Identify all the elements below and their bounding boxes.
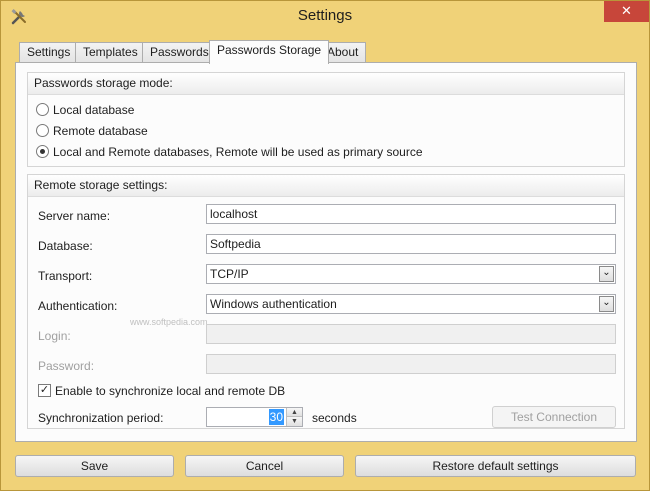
- password-input[interactable]: [206, 354, 616, 374]
- tab-passwords-storage[interactable]: Passwords Storage: [209, 40, 330, 64]
- spin-up-icon[interactable]: ▲: [286, 408, 302, 417]
- remote-storage-group: Remote storage settings: www.softpedia.c…: [27, 174, 625, 429]
- authentication-value: Windows authentication: [210, 297, 337, 311]
- login-label: Login:: [38, 329, 71, 343]
- radio-remote-database[interactable]: Remote database: [36, 122, 148, 140]
- database-input[interactable]: Softpedia: [206, 234, 616, 254]
- transport-select[interactable]: TCP/IP ⌄: [206, 264, 616, 284]
- radio-button[interactable]: [36, 103, 49, 117]
- save-button[interactable]: Save: [15, 455, 174, 477]
- transport-value: TCP/IP: [210, 267, 249, 281]
- radio-local-and-remote[interactable]: Local and Remote databases, Remote will …: [36, 143, 423, 161]
- cancel-button[interactable]: Cancel: [185, 455, 344, 477]
- test-connection-button[interactable]: Test Connection: [492, 406, 616, 428]
- database-label: Database:: [38, 239, 93, 253]
- radio-button[interactable]: [36, 124, 49, 138]
- storage-mode-title: Passwords storage mode:: [28, 73, 624, 95]
- title-bar[interactable]: Settings ✕: [1, 1, 649, 32]
- sync-period-label: Synchronization period:: [38, 411, 164, 425]
- tab-settings[interactable]: Settings: [19, 42, 79, 63]
- radio-local-database[interactable]: Local database: [36, 101, 134, 119]
- watermark: www.softpedia.com: [130, 317, 208, 327]
- sync-period-stepper[interactable]: 30 ▲ ▼: [206, 407, 303, 427]
- close-button[interactable]: ✕: [604, 1, 649, 22]
- close-icon: ✕: [621, 3, 632, 18]
- radio-label: Local and Remote databases, Remote will …: [53, 145, 423, 159]
- login-input[interactable]: [206, 324, 616, 344]
- sync-checkbox-label: Enable to synchronize local and remote D…: [55, 384, 286, 398]
- password-label: Password:: [38, 359, 95, 373]
- chevron-down-icon[interactable]: ⌄: [599, 266, 614, 282]
- storage-mode-group: Passwords storage mode: Local database R…: [27, 72, 625, 167]
- server-name-label: Server name:: [38, 209, 111, 223]
- chevron-down-icon[interactable]: ⌄: [599, 296, 614, 312]
- restore-defaults-button[interactable]: Restore default settings: [355, 455, 636, 477]
- radio-button-checked[interactable]: [36, 145, 49, 159]
- transport-label: Transport:: [38, 269, 93, 283]
- window-title: Settings: [297, 7, 353, 24]
- server-name-input[interactable]: localhost: [206, 204, 616, 224]
- radio-label: Remote database: [53, 124, 148, 138]
- authentication-label: Authentication:: [38, 299, 118, 313]
- settings-window: Settings ✕ Settings Templates Passwords …: [0, 0, 650, 491]
- remote-storage-title: Remote storage settings:: [28, 175, 624, 197]
- radio-label: Local database: [53, 103, 135, 117]
- sync-period-value[interactable]: 30: [268, 409, 284, 425]
- sync-period-unit: seconds: [312, 411, 357, 425]
- passwords-storage-panel: Passwords storage mode: Local database R…: [15, 62, 637, 442]
- tab-templates[interactable]: Templates: [75, 42, 146, 63]
- tab-passwords[interactable]: Passwords: [142, 42, 217, 63]
- spin-down-icon[interactable]: ▼: [286, 417, 302, 426]
- sync-checkbox-row[interactable]: ✓ Enable to synchronize local and remote …: [38, 384, 285, 398]
- authentication-select[interactable]: Windows authentication ⌄: [206, 294, 616, 314]
- sync-checkbox[interactable]: ✓: [38, 384, 51, 398]
